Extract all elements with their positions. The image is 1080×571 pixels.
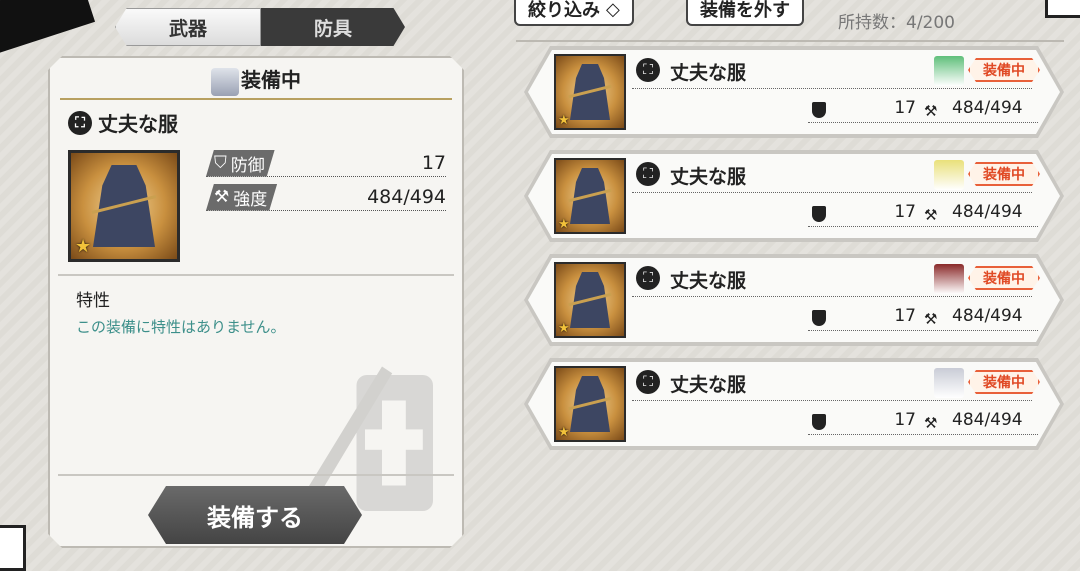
equipped-badge: 装備中 xyxy=(968,266,1040,290)
list-item[interactable]: ★ ⛶ 丈夫な服 装備中 17 ⚒ 484/494 xyxy=(524,358,1064,450)
list-item-defense: 17 xyxy=(894,410,916,430)
defense-label: ⛉ 防御 xyxy=(206,150,275,177)
corner-decoration-right xyxy=(1045,0,1080,18)
defense-label-text: 防御 xyxy=(230,155,265,176)
divider xyxy=(516,40,1064,42)
divider xyxy=(632,400,1032,401)
unequip-button[interactable]: 装備を外す xyxy=(686,0,804,26)
durability-label-text: 強度 xyxy=(233,189,268,210)
filter-button[interactable]: 絞り込み ◇ xyxy=(514,0,634,26)
item-name-text: 丈夫な服 xyxy=(98,112,178,136)
armor-category-icon: ⛶ xyxy=(636,162,660,186)
character-avatar-icon xyxy=(934,56,964,86)
list-item-defense: 17 xyxy=(894,202,916,222)
item-icon: ★ xyxy=(554,366,626,442)
item-icon: ★ xyxy=(68,150,180,262)
armor-category-icon: ⛶ xyxy=(68,111,92,135)
chevron-down-icon: ◇ xyxy=(606,0,620,20)
divider xyxy=(632,192,1032,193)
armor-category-icon: ⛶ xyxy=(636,266,660,290)
filter-label: 絞り込み xyxy=(528,0,600,21)
character-avatar-icon xyxy=(934,160,964,190)
list-item-name: 丈夫な服 xyxy=(670,166,747,188)
unequip-label: 装備を外す xyxy=(700,0,790,21)
anvil-icon: ⚒ xyxy=(924,310,938,328)
armor-category-icon: ⛶ xyxy=(636,58,660,82)
shield-icon xyxy=(812,206,826,222)
armor-category-icon: ⛶ xyxy=(636,370,660,394)
trait-text: この装備に特性はありません。 xyxy=(76,318,286,336)
item-icon: ★ xyxy=(554,54,626,130)
list-item-durability: 484/494 xyxy=(952,306,1023,326)
star-icon: ★ xyxy=(558,217,570,232)
list-item[interactable]: ★ ⛶ 丈夫な服 装備中 17 ⚒ 484/494 xyxy=(524,254,1064,346)
character-avatar-icon xyxy=(934,368,964,398)
list-item-name: 丈夫な服 xyxy=(670,62,747,84)
stat-defense: ⛉ 防御 17 xyxy=(206,150,446,177)
tab-weapon[interactable]: 武器 xyxy=(115,8,261,46)
divider xyxy=(60,98,452,100)
corner-decoration xyxy=(0,0,96,56)
divider xyxy=(808,434,1038,435)
durability-value: 484/494 xyxy=(367,186,446,208)
list-item-name: 丈夫な服 xyxy=(670,374,747,396)
list-item-defense: 17 xyxy=(894,306,916,326)
stat-durability: ⚒ 強度 484/494 xyxy=(206,184,446,211)
anvil-icon: ⚒ xyxy=(924,206,938,224)
list-item-defense: 17 xyxy=(894,98,916,118)
trait-heading: 特性 xyxy=(76,291,110,311)
corner-decoration-bottom xyxy=(0,525,26,571)
panel-title-text: 装備中 xyxy=(241,68,301,92)
equip-button[interactable]: 装備する xyxy=(148,486,362,544)
divider xyxy=(58,474,454,476)
divider xyxy=(58,274,454,276)
item-icon: ★ xyxy=(554,262,626,338)
shield-icon xyxy=(812,414,826,430)
item-name: ⛶ 丈夫な服 xyxy=(68,108,178,137)
equipped-badge: 装備中 xyxy=(968,58,1040,82)
shield-icon: ⛉ xyxy=(214,153,227,173)
character-avatar-icon xyxy=(934,264,964,294)
list-item-body: ★ ⛶ 丈夫な服 装備中 17 ⚒ 484/494 xyxy=(528,50,1060,134)
divider xyxy=(808,330,1038,331)
list-item-body: ★ ⛶ 丈夫な服 装備中 17 ⚒ 484/494 xyxy=(528,154,1060,238)
divider xyxy=(808,226,1038,227)
list-item-durability: 484/494 xyxy=(952,410,1023,430)
anvil-icon: ⚒ xyxy=(214,187,230,207)
durability-label: ⚒ 強度 xyxy=(206,184,277,211)
star-icon: ★ xyxy=(558,321,570,336)
divider xyxy=(808,122,1038,123)
list-item-body: ★ ⛶ 丈夫な服 装備中 17 ⚒ 484/494 xyxy=(528,258,1060,342)
shield-icon xyxy=(812,102,826,118)
list-item-body: ★ ⛶ 丈夫な服 装備中 17 ⚒ 484/494 xyxy=(528,362,1060,446)
anvil-icon: ⚒ xyxy=(924,102,938,120)
category-tabs: 武器 防具 xyxy=(115,8,405,46)
anvil-icon: ⚒ xyxy=(924,414,938,432)
star-icon: ★ xyxy=(558,113,570,128)
list-item[interactable]: ★ ⛶ 丈夫な服 装備中 17 ⚒ 484/494 xyxy=(524,150,1064,242)
equipped-detail-panel: 装備中 ⛶ 丈夫な服 ★ ⛉ 防御 17 ⚒ 強度 484/494 特性 この装備に… xyxy=(48,56,464,548)
divider xyxy=(632,88,1032,89)
divider xyxy=(632,296,1032,297)
star-icon: ★ xyxy=(75,236,92,257)
list-item-durability: 484/494 xyxy=(952,98,1023,118)
shield-icon xyxy=(812,310,826,326)
item-icon: ★ xyxy=(554,158,626,234)
tab-armor[interactable]: 防具 xyxy=(261,8,405,46)
character-avatar-icon xyxy=(211,68,239,96)
list-item-name: 丈夫な服 xyxy=(670,270,747,292)
star-icon: ★ xyxy=(558,425,570,440)
equipped-badge: 装備中 xyxy=(968,162,1040,186)
equipped-badge: 装備中 xyxy=(968,370,1040,394)
defense-value: 17 xyxy=(421,152,446,174)
inventory-count: 所持数：4/200 xyxy=(838,13,955,33)
list-item-durability: 484/494 xyxy=(952,202,1023,222)
list-item[interactable]: ★ ⛶ 丈夫な服 装備中 17 ⚒ 484/494 xyxy=(524,46,1064,138)
panel-title: 装備中 xyxy=(50,64,462,96)
